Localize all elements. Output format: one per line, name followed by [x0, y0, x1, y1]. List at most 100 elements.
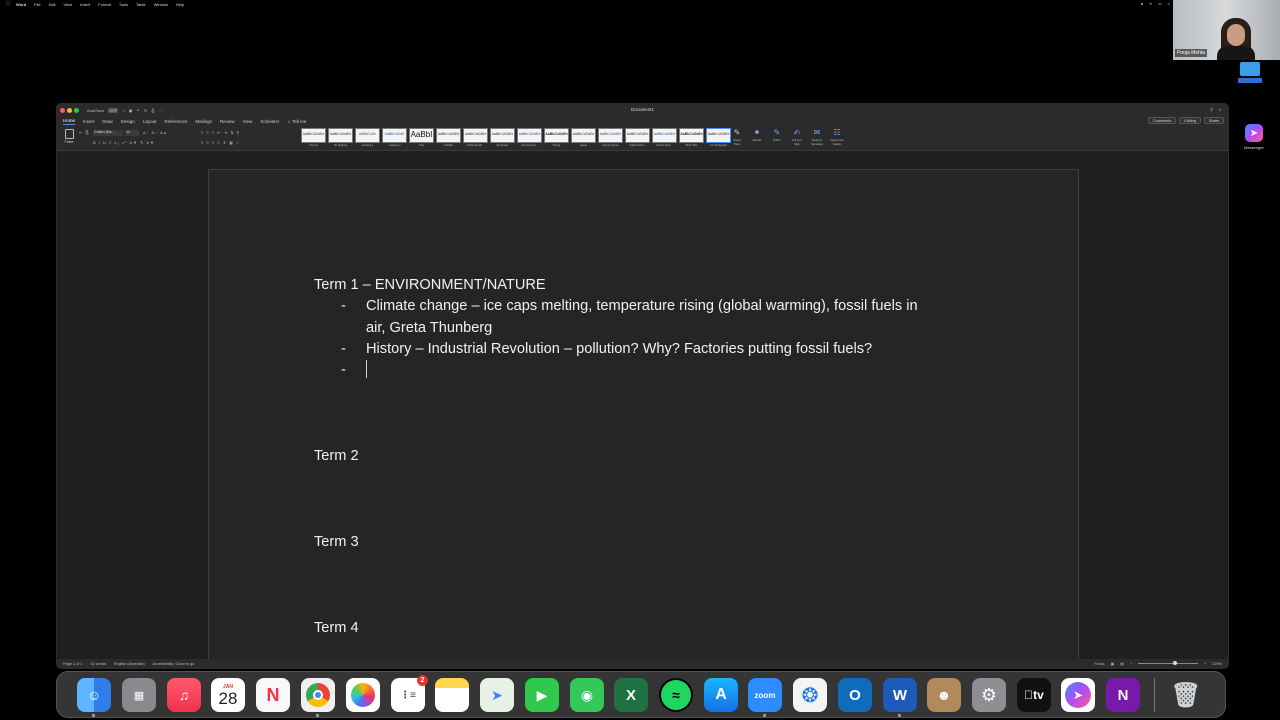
more-icon[interactable]: ⋯: [158, 108, 162, 113]
battery-icon[interactable]: ▭: [1158, 1, 1162, 6]
bullet-history[interactable]: History – Industrial Revolution – pollut…: [366, 341, 872, 357]
tab-home[interactable]: Home: [63, 118, 76, 125]
heading-term-4[interactable]: Term 4: [314, 620, 359, 636]
contacts-icon[interactable]: ☻: [927, 678, 961, 712]
reminders-icon[interactable]: ⋮≡ 2: [391, 675, 428, 712]
style-emphasis[interactable]: AaBbCcDdEe Emphasis: [490, 128, 515, 147]
heading-term-3[interactable]: Term 3: [314, 534, 359, 550]
tell-me-search[interactable]: ☼ Tell me: [287, 119, 307, 124]
desktop-screenshot-file[interactable]: [1238, 62, 1262, 83]
trash-icon[interactable]: 🗑: [1169, 678, 1203, 712]
finder-icon[interactable]: ☺: [77, 678, 111, 717]
word-app-icon[interactable]: W: [883, 678, 917, 717]
menu-help[interactable]: Help: [176, 2, 184, 7]
accessibility-status[interactable]: Accessibility: Good to go: [153, 662, 195, 666]
agreement-status-button[interactable]: ☷ Agreement Status: [830, 128, 844, 146]
zoom-level[interactable]: 229%: [1212, 662, 1222, 666]
print-layout-icon[interactable]: ▣: [1111, 661, 1115, 666]
zoom-out-icon[interactable]: −: [1130, 662, 1132, 666]
tab-draw[interactable]: Draw: [102, 119, 113, 124]
search-icon[interactable]: ⚲: [1210, 107, 1213, 112]
font-name-select[interactable]: Calibri (Bo...: [93, 130, 123, 136]
heading-term-1[interactable]: Term 1 – ENVIRONMENT/NATURE: [314, 277, 546, 293]
onenote-icon[interactable]: N: [1106, 678, 1140, 712]
tab-review[interactable]: Review: [220, 119, 235, 124]
messages-icon[interactable]: ◉: [570, 678, 604, 712]
print-icon[interactable]: ⎙: [151, 108, 154, 113]
close-window-button[interactable]: [60, 107, 65, 113]
send-for-signature-button[interactable]: ✉ Send for Signature: [810, 128, 824, 146]
menu-table[interactable]: Table: [136, 2, 146, 7]
style-title[interactable]: AaBbI Title: [409, 128, 434, 147]
photos-icon[interactable]: [346, 678, 380, 712]
redo-icon[interactable]: ↻: [144, 108, 147, 113]
notes-icon[interactable]: [435, 678, 469, 712]
style-list-paragraph[interactable]: AaBbCcDdEe List Paragraph: [706, 128, 731, 147]
menu-window[interactable]: Window: [154, 2, 168, 7]
zoom-slider-knob[interactable]: [1172, 661, 1177, 665]
tab-insert[interactable]: Insert: [83, 119, 94, 124]
menu-edit[interactable]: Edit: [49, 2, 56, 7]
styles-pane-button[interactable]: ✎ Styles Pane: [730, 128, 744, 146]
font-size-select[interactable]: 12: [125, 130, 139, 136]
style-subtle-emphasis[interactable]: AaBbCcDdEe Subtle Emph...: [463, 128, 488, 147]
menu-app-word[interactable]: Word: [16, 2, 26, 7]
tab-mailings[interactable]: Mailings: [195, 119, 212, 124]
messenger-dock-icon[interactable]: ➤: [1061, 678, 1095, 712]
page-count[interactable]: Page 1 of 1: [63, 662, 82, 666]
comments-button[interactable]: Comments: [1147, 117, 1177, 124]
language-indicator[interactable]: English (Australia): [114, 662, 145, 666]
wifi-icon[interactable]: ≈: [1168, 1, 1170, 6]
minimize-window-button[interactable]: [67, 107, 72, 113]
desktop-messenger[interactable]: ➤ Messenger: [1244, 124, 1264, 150]
style-strong[interactable]: AaBbCcDdEe Strong: [544, 128, 569, 147]
launchpad-icon[interactable]: ▦: [122, 678, 156, 712]
apple-icon[interactable]: : [6, 1, 11, 7]
menu-format[interactable]: Format: [98, 2, 111, 7]
zoom-slider[interactable]: [1138, 661, 1199, 665]
style-normal[interactable]: AaBbCcDdEe Normal: [301, 128, 326, 147]
dictate-button[interactable]: ⚫ Dictate: [750, 128, 764, 146]
tab-design[interactable]: Design: [121, 119, 135, 124]
tab-references[interactable]: References: [164, 119, 187, 124]
bluetooth-icon[interactable]: ∞: [1149, 1, 1152, 6]
menu-insert[interactable]: Insert: [80, 2, 90, 7]
zoom-status-icon[interactable]: ●: [1141, 1, 1143, 6]
zoom-window-button[interactable]: [74, 107, 79, 113]
style-heading-1[interactable]: AaBbCcDc Heading 1: [355, 128, 380, 147]
apple-tv-icon[interactable]: tv: [1017, 678, 1051, 712]
share-button[interactable]: Share: [1203, 117, 1224, 124]
undo-icon[interactable]: ↶: [137, 108, 140, 113]
menu-tools[interactable]: Tools: [119, 2, 128, 7]
video-tile[interactable]: Pooja Mehta: [1173, 0, 1280, 60]
calendar-icon[interactable]: JAN 28: [211, 678, 245, 712]
clipboard-tools[interactable]: ✂ ⎘: [79, 130, 90, 135]
facetime-icon[interactable]: ▶: [525, 678, 559, 712]
music-icon[interactable]: ♫: [167, 678, 201, 712]
safari-icon[interactable]: ❂: [793, 678, 827, 712]
zoom-in-icon[interactable]: +: [1204, 662, 1206, 666]
alignment-buttons[interactable]: ≡ ≡ ≡ ≡ ⇕ ▦ □: [201, 140, 240, 145]
style-intense-reference[interactable]: AaBbCcDdEe Intense Refe...: [652, 128, 677, 147]
font-format-buttons[interactable]: B I U ≡ x₂ x² A▼ ✎ A▼: [93, 140, 155, 145]
document-canvas[interactable]: Term 1 – ENVIRONMENT/NATURE - Climate ch…: [57, 152, 1228, 668]
spotify-icon[interactable]: ≈: [659, 678, 693, 712]
account-icon[interactable]: ☺: [1218, 107, 1222, 112]
web-layout-icon[interactable]: ▤: [1120, 661, 1124, 666]
heading-term-2[interactable]: Term 2: [314, 448, 359, 464]
home-icon[interactable]: ⌂: [122, 108, 124, 113]
tab-scheitest[interactable]: Scheitest: [260, 119, 279, 124]
style-heading-2[interactable]: AaBbCcDdE Heading 2: [382, 128, 407, 147]
autosave-toggle[interactable]: OFF: [108, 107, 119, 113]
system-settings-icon[interactable]: ⚙: [972, 678, 1006, 712]
font-grow-shrink[interactable]: A↑ A↓ Aa: [143, 130, 167, 135]
menu-view[interactable]: View: [64, 2, 73, 7]
chrome-icon[interactable]: [301, 678, 335, 717]
excel-icon[interactable]: X: [614, 678, 648, 712]
outlook-icon[interactable]: O: [838, 678, 872, 712]
focus-button[interactable]: Focus: [1094, 662, 1104, 666]
app-store-icon[interactable]: A: [704, 678, 738, 712]
save-icon[interactable]: ▣: [129, 108, 133, 113]
bullet-climate-change[interactable]: Climate change – ice caps melting, tempe…: [366, 298, 918, 314]
maps-icon[interactable]: ➤: [480, 678, 514, 712]
